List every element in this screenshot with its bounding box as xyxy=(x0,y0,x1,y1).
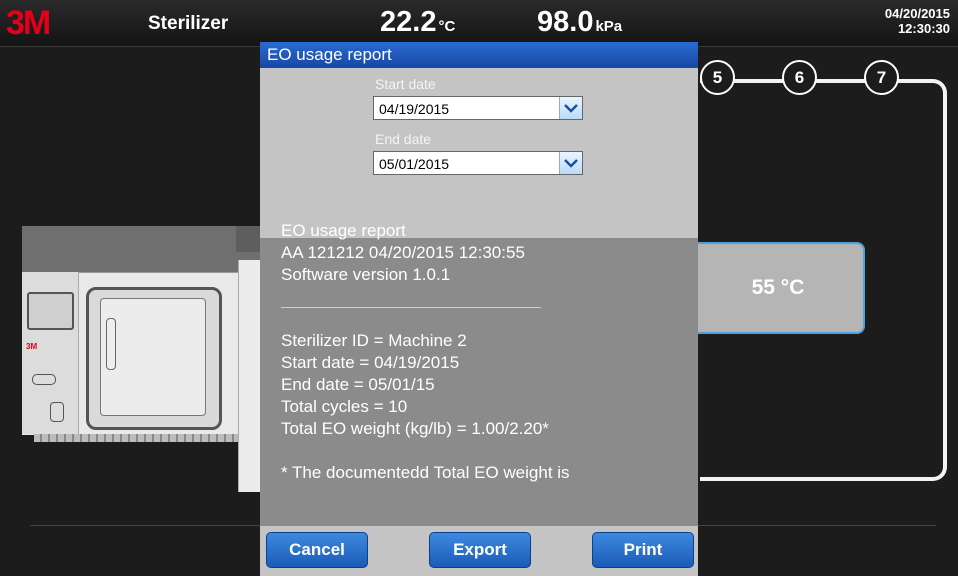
print-button[interactable]: Print xyxy=(592,532,694,568)
end-date-select[interactable]: 05/01/2015 xyxy=(373,151,583,175)
start-date-select[interactable]: 04/19/2015 xyxy=(373,96,583,120)
report-line: Start date = 04/19/2015 xyxy=(281,353,460,372)
machine-screen xyxy=(27,292,74,330)
report-line: End date = 05/01/15 xyxy=(281,375,435,394)
temperature-unit: °C xyxy=(438,18,456,35)
step-5: 5 xyxy=(700,60,735,95)
dialog-title: EO usage report xyxy=(260,42,698,68)
machine-button xyxy=(32,374,56,385)
report-line: Software version 1.0.1 xyxy=(281,265,451,284)
report-line: Total EO weight (kg/lb) = 1.00/2.20* xyxy=(281,419,549,438)
end-date-value: 05/01/2015 xyxy=(379,156,450,172)
machine-base xyxy=(34,434,262,442)
start-date-label: Start date xyxy=(375,76,436,92)
report-line: Total cycles = 10 xyxy=(281,397,408,416)
machine-logo: 3M xyxy=(26,342,38,351)
step-6: 6 xyxy=(782,60,817,95)
eo-usage-report-dialog: EO usage report Start date 04/19/2015 En… xyxy=(260,42,698,576)
end-date-label: End date xyxy=(375,131,432,147)
button-bar: Cancel Export Print xyxy=(260,526,698,576)
report-line: EO usage report xyxy=(281,221,406,240)
ambient-temperature: 22.2 °C xyxy=(380,6,455,39)
date-time: 04/20/2015 12:30:30 xyxy=(885,6,950,36)
current-time: 12:30:30 xyxy=(897,21,950,36)
chevron-down-icon[interactable] xyxy=(559,152,582,174)
machine-top xyxy=(22,226,264,272)
start-date-value: 04/19/2015 xyxy=(379,101,450,117)
brand-logo: 3M xyxy=(6,4,51,42)
report-footnote: * The documentedd Total EO weight is xyxy=(281,463,570,482)
report-line: Sterilizer ID = Machine 2 xyxy=(281,331,467,350)
chamber-temperature: 55 °C xyxy=(693,242,865,334)
report-gap xyxy=(281,440,570,462)
top-bar: 3M Sterilizer 22.2 °C 98.0 kPa 04/20/2015 … xyxy=(0,0,958,47)
pressure-unit: kPa xyxy=(595,18,623,35)
export-button[interactable]: Export xyxy=(429,532,531,568)
ambient-pressure: 98.0 kPa xyxy=(537,6,622,39)
report-line: AA 121212 04/20/2015 12:30:55 xyxy=(281,243,525,262)
machine-port xyxy=(50,402,64,422)
step-7: 7 xyxy=(864,60,899,95)
cancel-button[interactable]: Cancel xyxy=(266,532,368,568)
date-range-panel: Start date 04/19/2015 End date 05/01/201… xyxy=(260,68,698,238)
machine-handle xyxy=(106,318,116,370)
current-date: 04/20/2015 xyxy=(884,6,950,21)
report-divider xyxy=(281,307,541,308)
pressure-value: 98.0 xyxy=(537,6,594,38)
page-title: Sterilizer xyxy=(148,13,229,34)
report-text: EO usage report AA 121212 04/20/2015 12:… xyxy=(281,220,570,484)
chevron-down-icon[interactable] xyxy=(559,97,582,119)
temperature-value: 22.2 xyxy=(380,6,437,38)
